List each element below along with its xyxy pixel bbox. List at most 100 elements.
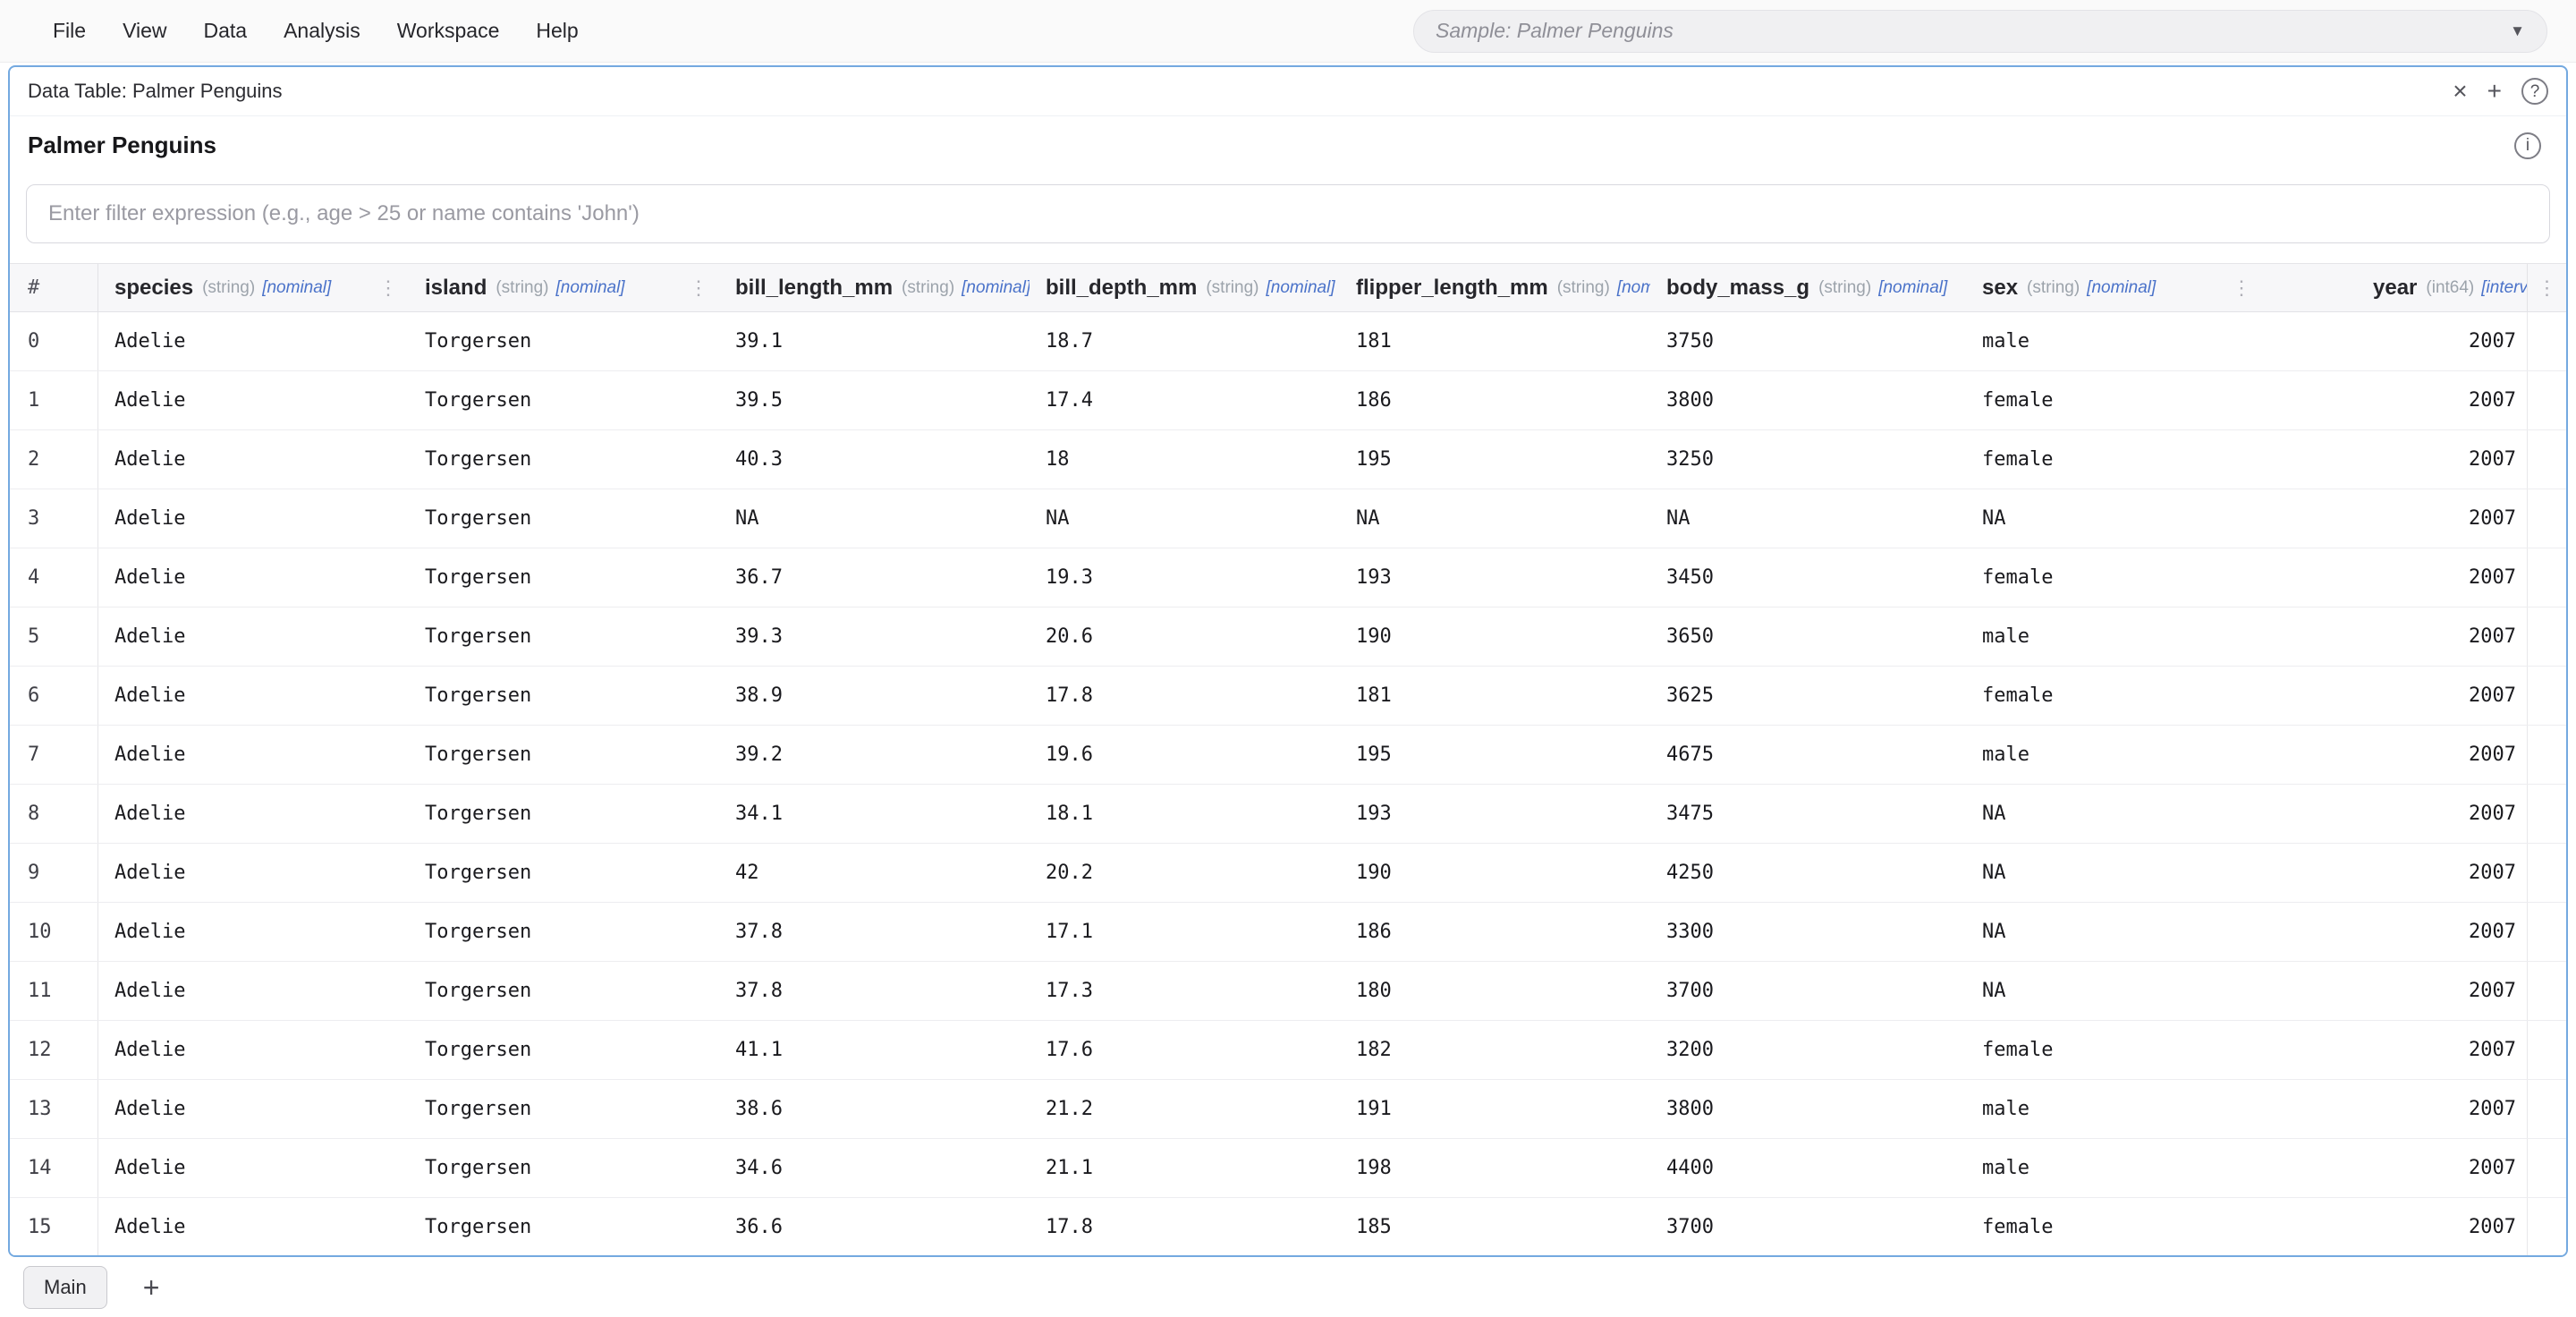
row-gutter xyxy=(2527,785,2566,843)
cell-sex: NA xyxy=(1966,844,2262,902)
row-index: 6 xyxy=(10,667,98,725)
column-header-species[interactable]: species(string)[nominal]⋮ xyxy=(98,264,409,311)
table-row[interactable]: 5AdelieTorgersen39.320.61903650male2007 xyxy=(10,608,2566,667)
column-header-island[interactable]: island(string)[nominal]⋮ xyxy=(409,264,719,311)
row-index: 15 xyxy=(10,1198,98,1255)
cell-sex: female xyxy=(1966,667,2262,725)
data-table: # species(string)[nominal]⋮island(string… xyxy=(10,263,2566,1255)
row-index: 13 xyxy=(10,1080,98,1138)
table-row[interactable]: 8AdelieTorgersen34.118.11933475NA2007 xyxy=(10,785,2566,844)
cell-species: Adelie xyxy=(98,962,409,1020)
table-row[interactable]: 3AdelieTorgersenNANANANANA2007 xyxy=(10,489,2566,548)
cell-bill_length_mm: 39.3 xyxy=(719,608,1030,666)
menu-item-view[interactable]: View xyxy=(123,19,166,43)
cell-year: 2007 xyxy=(2262,1021,2527,1079)
menubar: File View Data Analysis Workspace Help Sample… xyxy=(0,0,2576,63)
cell-bill_depth_mm: 18.1 xyxy=(1030,785,1340,843)
tab-main[interactable]: Main xyxy=(23,1266,107,1309)
cell-year: 2007 xyxy=(2262,1198,2527,1255)
table-row[interactable]: 6AdelieTorgersen38.917.81813625female200… xyxy=(10,667,2566,726)
info-icon[interactable]: i xyxy=(2514,132,2541,159)
column-header-label: [interva xyxy=(2481,278,2527,298)
column-header-body_mass_g[interactable]: body_mass_g(string)[nominal]⋮ xyxy=(1650,264,1966,311)
menu-item-help[interactable]: Help xyxy=(536,19,578,43)
table-row[interactable]: 2AdelieTorgersen40.3181953250female2007 xyxy=(10,430,2566,489)
cell-year: 2007 xyxy=(2262,667,2527,725)
cell-body_mass_g: 3800 xyxy=(1650,1080,1966,1138)
column-header-flipper_length_mm[interactable]: flipper_length_mm(string)[nomi⋮ xyxy=(1340,264,1650,311)
column-menu-icon[interactable]: ⋮ xyxy=(368,276,409,300)
cell-bill_depth_mm: 21.1 xyxy=(1030,1139,1340,1197)
cell-bill_length_mm: 40.3 xyxy=(719,430,1030,489)
cell-bill_length_mm: 39.2 xyxy=(719,726,1030,784)
help-icon[interactable]: ? xyxy=(2521,78,2548,105)
cell-sex: female xyxy=(1966,548,2262,607)
cell-island: Torgersen xyxy=(409,667,719,725)
table-row[interactable]: 13AdelieTorgersen38.621.21913800male2007 xyxy=(10,1080,2566,1139)
cell-year: 2007 xyxy=(2262,371,2527,429)
cell-body_mass_g: 3625 xyxy=(1650,667,1966,725)
cell-species: Adelie xyxy=(98,844,409,902)
cell-sex: NA xyxy=(1966,489,2262,548)
add-panel-icon[interactable]: + xyxy=(2487,79,2502,104)
table-row[interactable]: 11AdelieTorgersen37.817.31803700NA2007 xyxy=(10,962,2566,1021)
cell-body_mass_g: 4400 xyxy=(1650,1139,1966,1197)
menu-item-analysis[interactable]: Analysis xyxy=(284,19,360,43)
cell-bill_depth_mm: 17.1 xyxy=(1030,903,1340,961)
cell-sex: male xyxy=(1966,608,2262,666)
cell-bill_depth_mm: 18.7 xyxy=(1030,312,1340,370)
cell-bill_depth_mm: NA xyxy=(1030,489,1340,548)
cell-sex: NA xyxy=(1966,903,2262,961)
table-row[interactable]: 15AdelieTorgersen36.617.81853700female20… xyxy=(10,1198,2566,1255)
column-header-label: (string) xyxy=(902,278,954,298)
cell-island: Torgersen xyxy=(409,1080,719,1138)
chevron-down-icon: ▼ xyxy=(2510,22,2525,40)
cell-sex: male xyxy=(1966,1139,2262,1197)
table-row[interactable]: 10AdelieTorgersen37.817.11863300NA2007 xyxy=(10,903,2566,962)
cell-flipper_length_mm: 186 xyxy=(1340,371,1650,429)
cell-year: 2007 xyxy=(2262,844,2527,902)
table-row[interactable]: 14AdelieTorgersen34.621.11984400male2007 xyxy=(10,1139,2566,1198)
column-header-sex[interactable]: sex(string)[nominal]⋮ xyxy=(1966,264,2262,311)
table-row[interactable]: 0AdelieTorgersen39.118.71813750male2007 xyxy=(10,312,2566,371)
page-title: Palmer Penguins xyxy=(28,132,216,159)
cell-species: Adelie xyxy=(98,785,409,843)
cell-flipper_length_mm: 190 xyxy=(1340,844,1650,902)
row-index: 1 xyxy=(10,371,98,429)
table-row[interactable]: 12AdelieTorgersen41.117.61823200female20… xyxy=(10,1021,2566,1080)
row-gutter xyxy=(2527,844,2566,902)
cell-body_mass_g: 3800 xyxy=(1650,371,1966,429)
menu-item-workspace[interactable]: Workspace xyxy=(397,19,500,43)
cell-bill_depth_mm: 17.3 xyxy=(1030,962,1340,1020)
table-row[interactable]: 9AdelieTorgersen4220.21904250NA2007 xyxy=(10,844,2566,903)
row-gutter xyxy=(2527,430,2566,489)
table-row[interactable]: 7AdelieTorgersen39.219.61954675male2007 xyxy=(10,726,2566,785)
cell-year: 2007 xyxy=(2262,903,2527,961)
row-gutter xyxy=(2527,1198,2566,1255)
cell-island: Torgersen xyxy=(409,1021,719,1079)
cell-species: Adelie xyxy=(98,1198,409,1255)
table-row[interactable]: 4AdelieTorgersen36.719.31933450female200… xyxy=(10,548,2566,608)
row-index: 2 xyxy=(10,430,98,489)
close-icon[interactable]: × xyxy=(2453,79,2467,104)
row-index: 12 xyxy=(10,1021,98,1079)
cell-body_mass_g: 3750 xyxy=(1650,312,1966,370)
index-column-header[interactable]: # xyxy=(10,264,98,311)
column-menu-icon[interactable]: ⋮ xyxy=(678,276,719,300)
column-menu-icon[interactable]: ⋮ xyxy=(2221,276,2262,300)
table-row[interactable]: 1AdelieTorgersen39.517.41863800female200… xyxy=(10,371,2566,430)
add-tab-icon[interactable]: + xyxy=(143,1273,160,1302)
cell-bill_depth_mm: 19.3 xyxy=(1030,548,1340,607)
table-menu-icon[interactable]: ⋮ xyxy=(2538,276,2557,300)
column-header-year[interactable]: year(int64)[interva xyxy=(2262,264,2527,311)
sample-selector[interactable]: Sample: Palmer Penguins ▼ xyxy=(1413,10,2547,53)
column-header-bill_depth_mm[interactable]: bill_depth_mm(string)[nominal]⋮ xyxy=(1030,264,1340,311)
menu-item-file[interactable]: File xyxy=(53,19,86,43)
filter-input[interactable] xyxy=(26,184,2550,243)
column-header-bill_length_mm[interactable]: bill_length_mm(string)[nominal]⋮ xyxy=(719,264,1030,311)
menu-item-data[interactable]: Data xyxy=(204,19,248,43)
column-header-label: (string) xyxy=(1557,278,1610,298)
cell-year: 2007 xyxy=(2262,548,2527,607)
column-header-label: species xyxy=(114,276,193,301)
column-menu-icon[interactable]: ⋮ xyxy=(1947,276,1966,300)
